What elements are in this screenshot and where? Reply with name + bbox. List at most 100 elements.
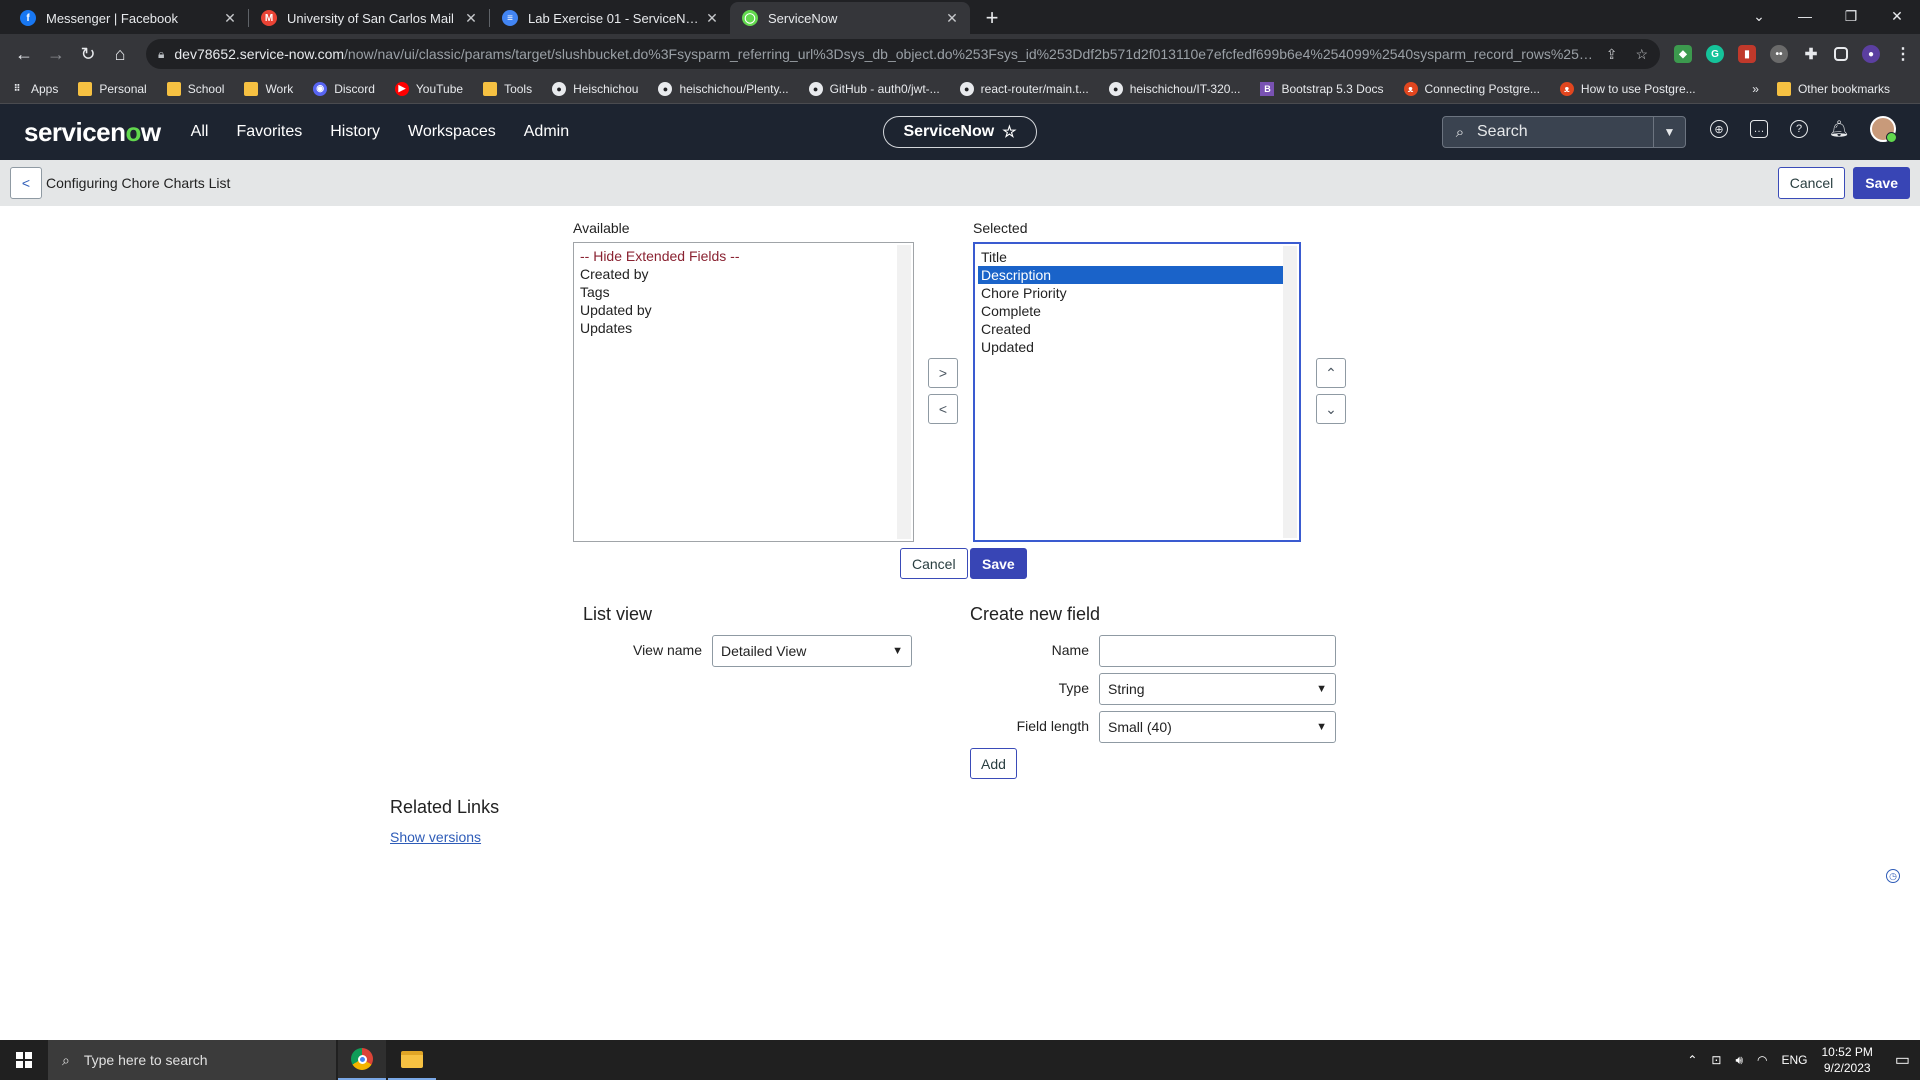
taskbar-search-input[interactable]: Type here to search: [84, 1052, 208, 1068]
bookmark-item[interactable]: ● Heischichou: [552, 81, 638, 96]
star-icon[interactable]: ☆: [1002, 122, 1016, 142]
remove-from-selected-button[interactable]: <: [928, 394, 958, 424]
bookmark-item[interactable]: Work: [244, 81, 293, 96]
chat-icon[interactable]: …: [1750, 120, 1768, 138]
restore-button[interactable]: ❐: [1828, 0, 1874, 32]
lock-icon[interactable]: 🔒︎: [158, 47, 164, 62]
home-icon[interactable]: ⌂: [104, 38, 136, 70]
list-option[interactable]: Tags: [577, 283, 910, 301]
bookmark-item[interactable]: ◉ Discord: [313, 81, 375, 96]
type-select[interactable]: String ▼: [1099, 673, 1336, 705]
header-save-button[interactable]: Save: [1853, 167, 1910, 199]
address-bar[interactable]: 🔒︎ dev78652.service-now.com /now/nav/ui/…: [146, 39, 1660, 69]
bookmark-item[interactable]: ● GitHub - auth0/jwt-...: [808, 81, 940, 96]
more-bookmarks-icon[interactable]: »: [1752, 82, 1759, 96]
scrollbar[interactable]: [1283, 246, 1297, 538]
taskbar-search[interactable]: ⌕ Type here to search: [48, 1040, 336, 1080]
bookmark-item[interactable]: School: [166, 81, 224, 96]
reload-icon[interactable]: ↻: [72, 38, 104, 70]
global-search[interactable]: ⌕ Search ▼: [1442, 116, 1686, 148]
list-cancel-button[interactable]: Cancel: [900, 548, 968, 579]
bookmark-item[interactable]: Personal: [78, 81, 147, 96]
selected-fields-list[interactable]: Title Description Chore Priority Complete Cr…: [973, 242, 1301, 542]
network-icon[interactable]: ⊡: [1711, 1053, 1721, 1067]
clock[interactable]: 10:52 PM 9/2/2023: [1822, 1044, 1873, 1076]
instance-pill[interactable]: ServiceNow ☆: [883, 116, 1037, 148]
list-option[interactable]: Created by: [577, 265, 910, 283]
list-option[interactable]: Updated: [978, 338, 1296, 356]
minimize-button[interactable]: —: [1782, 0, 1828, 32]
bookmark-item[interactable]: ⠿ Apps: [10, 82, 59, 96]
close-window-button[interactable]: ✕: [1874, 0, 1920, 32]
back-button[interactable]: <: [10, 167, 42, 199]
bell-icon[interactable]: 🔔︎: [1829, 120, 1849, 138]
browser-tab[interactable]: ≡ Lab Exercise 01 - ServiceNow Ba ✕: [490, 2, 730, 34]
add-to-selected-button[interactable]: >: [928, 358, 958, 388]
wifi-icon[interactable]: ◠: [1757, 1053, 1767, 1067]
bookmark-extension-icon[interactable]: ▮: [1738, 45, 1756, 63]
list-option[interactable]: Created: [978, 320, 1296, 338]
extensions-puzzle-icon[interactable]: ✚: [1802, 45, 1820, 63]
forward-arrow-icon[interactable]: →: [40, 38, 72, 70]
notifications-icon[interactable]: ▭: [1895, 1050, 1910, 1070]
name-input[interactable]: [1099, 635, 1336, 667]
search-input[interactable]: Search: [1477, 123, 1653, 141]
close-tab-icon[interactable]: ✕: [222, 10, 238, 27]
list-option[interactable]: Updated by: [577, 301, 910, 319]
list-option[interactable]: Complete: [978, 302, 1296, 320]
list-save-button[interactable]: Save: [970, 548, 1027, 579]
bookmark-item[interactable]: Tools: [483, 81, 532, 96]
share-icon[interactable]: ⇪: [1606, 46, 1618, 63]
servicenow-logo[interactable]: servicenow: [24, 117, 161, 148]
move-up-button[interactable]: ⌃: [1316, 358, 1346, 388]
user-avatar[interactable]: [1870, 116, 1897, 143]
help-icon[interactable]: ?: [1790, 120, 1808, 138]
list-option[interactable]: Description: [978, 266, 1296, 284]
new-tab-icon[interactable]: +: [976, 2, 1008, 34]
tab-search-icon[interactable]: ⌄: [1736, 0, 1782, 32]
eyes-extension-icon[interactable]: ••: [1770, 45, 1788, 63]
bookmark-item[interactable]: ᴥ How to use Postgre...: [1559, 81, 1696, 96]
show-versions-link[interactable]: Show versions: [390, 829, 481, 845]
bookmark-item[interactable]: B Bootstrap 5.3 Docs: [1260, 81, 1384, 96]
bookmark-item[interactable]: ● react-router/main.t...: [959, 81, 1089, 96]
file-explorer-taskbar-icon[interactable]: [388, 1040, 436, 1080]
view-name-select[interactable]: Detailed View ▼: [712, 635, 912, 667]
volume-icon[interactable]: 🔊︎: [1735, 1053, 1743, 1068]
nav-all[interactable]: All: [191, 123, 209, 141]
shield-extension-icon[interactable]: ◆: [1674, 45, 1692, 63]
nav-favorites[interactable]: Favorites: [236, 123, 302, 141]
windows-start-icon[interactable]: [0, 1040, 48, 1080]
nav-workspaces[interactable]: Workspaces: [408, 123, 496, 141]
bookmark-star-icon[interactable]: ☆: [1635, 46, 1648, 63]
nav-history[interactable]: History: [330, 123, 380, 141]
grammarly-extension-icon[interactable]: G: [1706, 45, 1724, 63]
clock-icon[interactable]: ◷: [1886, 869, 1900, 883]
profile-avatar-icon[interactable]: ●: [1862, 45, 1880, 63]
chrome-menu-icon[interactable]: ⋮: [1894, 45, 1912, 63]
bookmark-item[interactable]: ▶ YouTube: [394, 81, 463, 96]
chrome-taskbar-icon[interactable]: [338, 1040, 386, 1080]
close-tab-icon[interactable]: ✕: [704, 10, 720, 27]
bookmark-item[interactable]: ● heischichou/IT-320...: [1108, 81, 1240, 96]
side-panel-icon[interactable]: [1834, 47, 1848, 61]
chevron-up-icon[interactable]: ⌃: [1687, 1053, 1697, 1067]
add-field-button[interactable]: Add: [970, 748, 1017, 779]
list-option[interactable]: -- Hide Extended Fields --: [577, 247, 910, 265]
list-option[interactable]: Chore Priority: [978, 284, 1296, 302]
language-indicator[interactable]: ENG: [1781, 1053, 1807, 1067]
browser-tab[interactable]: ◯ ServiceNow ✕: [730, 2, 970, 34]
close-tab-icon[interactable]: ✕: [944, 10, 960, 27]
bookmark-item[interactable]: ● heischichou/Plenty...: [658, 81, 789, 96]
close-tab-icon[interactable]: ✕: [463, 10, 479, 27]
list-option[interactable]: Updates: [577, 319, 910, 337]
header-cancel-button[interactable]: Cancel: [1777, 167, 1846, 199]
back-arrow-icon[interactable]: ←: [8, 38, 40, 70]
field-length-select[interactable]: Small (40) ▼: [1099, 711, 1336, 743]
globe-icon[interactable]: ⊕: [1710, 120, 1728, 138]
move-down-button[interactable]: ⌄: [1316, 394, 1346, 424]
search-scope-dropdown-icon[interactable]: ▼: [1653, 117, 1685, 147]
browser-tab[interactable]: f Messenger | Facebook ✕: [8, 2, 248, 34]
bookmark-item[interactable]: ᴥ Connecting Postgre...: [1403, 81, 1540, 96]
scrollbar[interactable]: [897, 245, 911, 539]
